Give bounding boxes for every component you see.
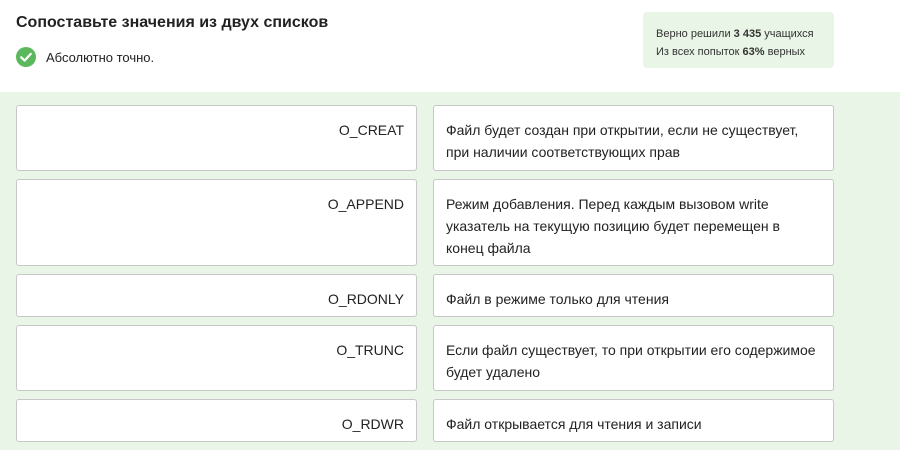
left-item-label: O_APPEND [327,196,404,212]
right-item[interactable]: Если файл существует, то при открытии ег… [433,325,834,391]
left-item-label: O_TRUNC [336,342,404,358]
left-item-label: O_RDWR [341,416,404,432]
left-item: O_CREAT [16,105,417,171]
right-item-label: Файл в режиме только для чтения [446,291,669,307]
solved-stat: Верно решили 3 435 учащихся [656,28,814,40]
stats-box: Верно решили 3 435 учащихся Из всех попы… [643,12,834,68]
right-item[interactable]: Файл открывается для чтения и записи [433,399,834,442]
status-text: Абсолютно точно. [46,49,155,65]
right-item[interactable]: Режим добавления. Перед каждым вызовом w… [433,179,834,266]
right-item-label: Файл открывается для чтения и записи [446,416,702,432]
left-item-label: O_RDONLY [328,291,404,307]
check-circle-icon [16,47,36,67]
attempts-percent: 63% [742,46,765,58]
right-item[interactable]: Файл будет создан при открытии, если не … [433,105,834,171]
left-item-label: O_CREAT [338,122,404,138]
left-item: O_TRUNC [16,325,417,391]
right-item-label: Если файл существует, то при открытии ег… [446,342,816,380]
left-item: O_RDONLY [16,274,417,317]
result-status: Абсолютно точно. [16,47,154,67]
right-item-label: Файл будет создан при открытии, если не … [446,122,799,160]
right-item[interactable]: Файл в режиме только для чтения [433,274,834,317]
right-item-label: Режим добавления. Перед каждым вызовом w… [446,196,780,256]
page-title: Сопоставьте значения из двух списков [16,14,329,31]
left-item: O_RDWR [16,399,417,442]
header: Сопоставьте значения из двух списков Абс… [0,0,900,92]
solved-count: 3 435 [733,28,762,40]
matching-area: O_CREAT Файл будет создан при открытии, … [0,92,900,450]
left-item: O_APPEND [16,179,417,266]
attempts-stat: Из всех попыток 63% верных [656,46,806,58]
